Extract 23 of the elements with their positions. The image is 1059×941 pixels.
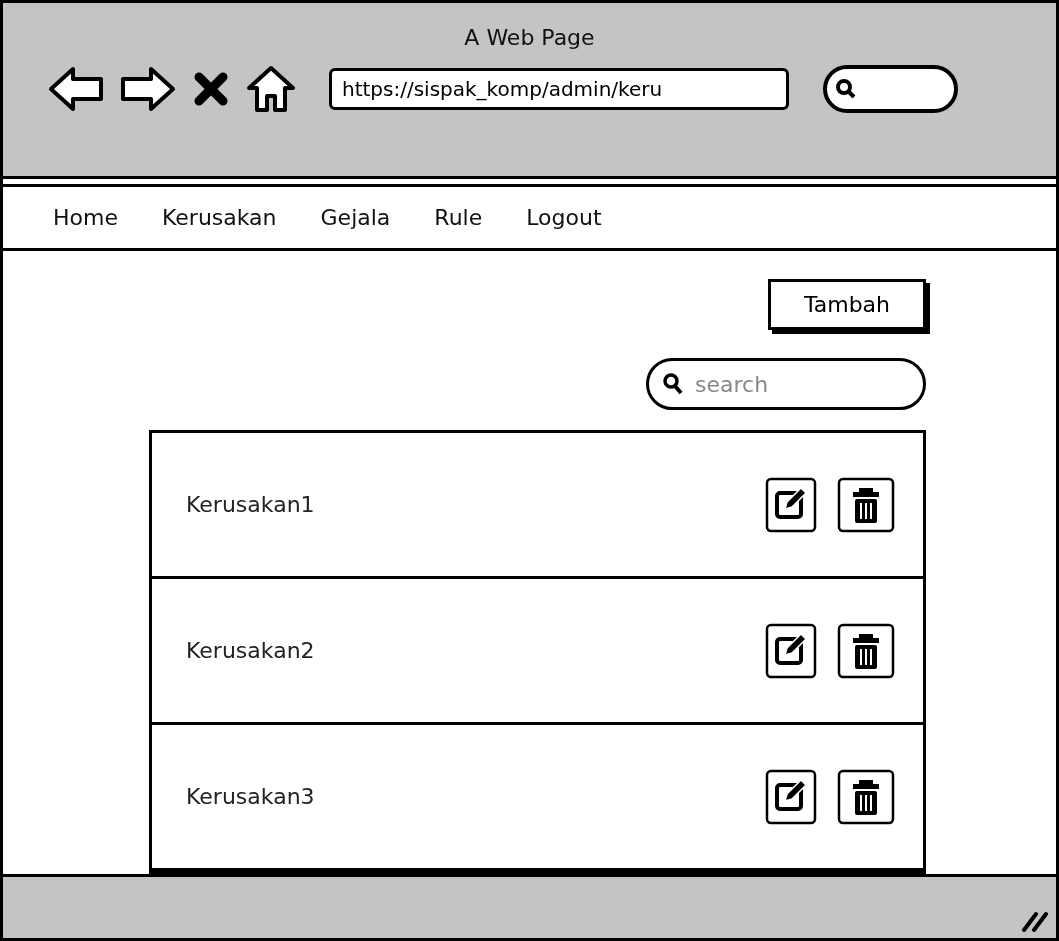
window-title: A Web Page (463, 25, 596, 50)
search-field[interactable]: search (646, 358, 926, 411)
home-icon[interactable] (245, 64, 297, 114)
trash-icon[interactable] (837, 622, 895, 679)
nav-link[interactable]: Rule (434, 205, 483, 231)
row-name: Kerusakan2 (186, 638, 315, 664)
row-name: Kerusakan1 (186, 492, 315, 518)
nav-link[interactable]: Logout (526, 205, 602, 231)
address-field[interactable]: https://sispak_komp/admin/keru (329, 68, 789, 110)
search-field[interactable] (823, 65, 958, 113)
trash-icon[interactable] (837, 476, 895, 533)
edit-icon[interactable] (765, 768, 817, 825)
back-icon[interactable] (47, 64, 105, 114)
edit-icon[interactable] (765, 476, 817, 533)
forward-icon[interactable] (119, 64, 177, 114)
trash-icon[interactable] (837, 768, 895, 825)
nav-link[interactable]: Home (53, 205, 118, 231)
edit-icon[interactable] (765, 622, 817, 679)
nav-link[interactable]: Gejala (320, 205, 391, 231)
search-icon (662, 372, 684, 397)
search-icon (835, 78, 857, 100)
row-name: Kerusakan3 (186, 784, 315, 810)
nav-link[interactable]: Kerusakan (161, 205, 277, 231)
